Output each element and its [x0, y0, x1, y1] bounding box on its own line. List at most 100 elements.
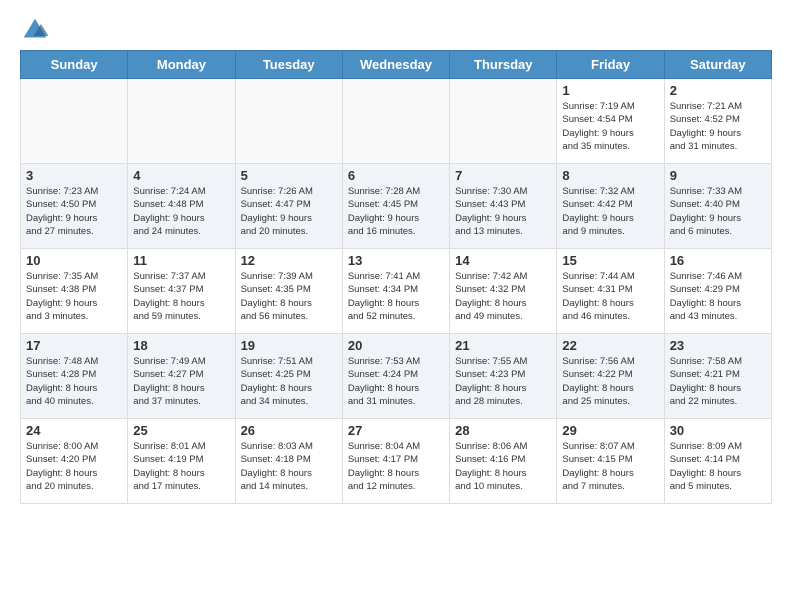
table-row: 30Sunrise: 8:09 AM Sunset: 4:14 PM Dayli… [664, 419, 771, 504]
table-row: 28Sunrise: 8:06 AM Sunset: 4:16 PM Dayli… [450, 419, 557, 504]
header-friday: Friday [557, 51, 664, 79]
table-row: 25 Sunrise: 8:01 AM Sunset: 4:19 PM Dayli… [128, 419, 235, 504]
table-row: 3 Sunrise: 7:23 AM Sunset: 4:50 PM Daylig… [21, 164, 128, 249]
table-row: 12 Sunrise: 7:39 AM Sunset: 4:35 PM Dayli… [235, 249, 342, 334]
day-info: Sunrise: 8:07 AM Sunset: 4:15 PM Dayligh… [562, 440, 658, 493]
day-info: Sunrise: 8:03 AM Sunset: 4:18 PM Dayligh… [241, 440, 337, 493]
logo-icon [20, 15, 50, 45]
table-row: 22 Sunrise: 7:56 AM Sunset: 4:22 PM Dayli… [557, 334, 664, 419]
table-row: 20 Sunrise: 7:53 AM Sunset: 4:24 PM Dayli… [342, 334, 449, 419]
day-number: 5 [241, 168, 337, 183]
day-number: 27 [348, 423, 444, 438]
day-number: 7 [455, 168, 551, 183]
day-number: 25 [133, 423, 229, 438]
table-row: 6 Sunrise: 7:28 AM Sunset: 4:45 PM Daylig… [342, 164, 449, 249]
day-info: Sunrise: 8:00 AM Sunset: 4:20 PM Dayligh… [26, 440, 122, 493]
day-info: Sunrise: 7:39 AM Sunset: 4:35 PM Dayligh… [241, 270, 337, 323]
table-row: 10 Sunrise: 7:35 AM Sunset: 4:38 PM Dayli… [21, 249, 128, 334]
table-row: 24 Sunrise: 8:00 AM Sunset: 4:20 PM Dayli… [21, 419, 128, 504]
day-info: Sunrise: 7:58 AM Sunset: 4:21 PM Dayligh… [670, 355, 766, 408]
day-info: Sunrise: 8:04 AM Sunset: 4:17 PM Dayligh… [348, 440, 444, 493]
header-tuesday: Tuesday [235, 51, 342, 79]
table-row: 13Sunrise: 7:41 AM Sunset: 4:34 PM Dayli… [342, 249, 449, 334]
day-number: 16 [670, 253, 766, 268]
day-info: Sunrise: 7:26 AM Sunset: 4:47 PM Dayligh… [241, 185, 337, 238]
day-number: 30 [670, 423, 766, 438]
table-row: 8Sunrise: 7:32 AM Sunset: 4:42 PM Daylig… [557, 164, 664, 249]
day-number: 13 [348, 253, 444, 268]
calendar-table: Sunday Monday Tuesday Wednesday Thursday… [20, 50, 772, 504]
day-info: Sunrise: 7:23 AM Sunset: 4:50 PM Dayligh… [26, 185, 122, 238]
day-info: Sunrise: 7:53 AM Sunset: 4:24 PM Dayligh… [348, 355, 444, 408]
day-number: 26 [241, 423, 337, 438]
day-info: Sunrise: 7:51 AM Sunset: 4:25 PM Dayligh… [241, 355, 337, 408]
day-info: Sunrise: 7:56 AM Sunset: 4:22 PM Dayligh… [562, 355, 658, 408]
table-row: 15Sunrise: 7:44 AM Sunset: 4:31 PM Dayli… [557, 249, 664, 334]
calendar-header-row: Sunday Monday Tuesday Wednesday Thursday… [21, 51, 772, 79]
day-number: 4 [133, 168, 229, 183]
table-row: 5 Sunrise: 7:26 AM Sunset: 4:47 PM Daylig… [235, 164, 342, 249]
day-number: 2 [670, 83, 766, 98]
table-row: 21 Sunrise: 7:55 AM Sunset: 4:23 PM Dayli… [450, 334, 557, 419]
table-row: 2Sunrise: 7:21 AM Sunset: 4:52 PM Daylig… [664, 79, 771, 164]
table-row [21, 79, 128, 164]
day-number: 14 [455, 253, 551, 268]
day-info: Sunrise: 7:48 AM Sunset: 4:28 PM Dayligh… [26, 355, 122, 408]
day-number: 23 [670, 338, 766, 353]
day-number: 20 [348, 338, 444, 353]
day-number: 1 [562, 83, 658, 98]
day-info: Sunrise: 7:55 AM Sunset: 4:23 PM Dayligh… [455, 355, 551, 408]
day-info: Sunrise: 7:33 AM Sunset: 4:40 PM Dayligh… [670, 185, 766, 238]
page-container: Sunday Monday Tuesday Wednesday Thursday… [0, 0, 792, 514]
table-row: 29 Sunrise: 8:07 AM Sunset: 4:15 PM Dayli… [557, 419, 664, 504]
calendar-week-row: 10 Sunrise: 7:35 AM Sunset: 4:38 PM Dayli… [21, 249, 772, 334]
calendar-week-row: 17 Sunrise: 7:48 AM Sunset: 4:28 PM Dayli… [21, 334, 772, 419]
day-number: 10 [26, 253, 122, 268]
day-number: 9 [670, 168, 766, 183]
day-number: 29 [562, 423, 658, 438]
calendar-wrapper: Sunday Monday Tuesday Wednesday Thursday… [0, 50, 792, 514]
calendar-week-row: 1Sunrise: 7:19 AM Sunset: 4:54 PM Daylig… [21, 79, 772, 164]
table-row [128, 79, 235, 164]
header-saturday: Saturday [664, 51, 771, 79]
table-row: 4 Sunrise: 7:24 AM Sunset: 4:48 PM Daylig… [128, 164, 235, 249]
day-number: 28 [455, 423, 551, 438]
table-row: 27 Sunrise: 8:04 AM Sunset: 4:17 PM Dayli… [342, 419, 449, 504]
day-number: 11 [133, 253, 229, 268]
page-header [0, 0, 792, 50]
day-info: Sunrise: 7:37 AM Sunset: 4:37 PM Dayligh… [133, 270, 229, 323]
day-number: 6 [348, 168, 444, 183]
table-row: 18 Sunrise: 7:49 AM Sunset: 4:27 PM Dayli… [128, 334, 235, 419]
day-number: 18 [133, 338, 229, 353]
day-info: Sunrise: 7:49 AM Sunset: 4:27 PM Dayligh… [133, 355, 229, 408]
header-thursday: Thursday [450, 51, 557, 79]
calendar-week-row: 24 Sunrise: 8:00 AM Sunset: 4:20 PM Dayli… [21, 419, 772, 504]
day-info: Sunrise: 7:30 AM Sunset: 4:43 PM Dayligh… [455, 185, 551, 238]
table-row: 26 Sunrise: 8:03 AM Sunset: 4:18 PM Dayli… [235, 419, 342, 504]
calendar-week-row: 3 Sunrise: 7:23 AM Sunset: 4:50 PM Daylig… [21, 164, 772, 249]
day-info: Sunrise: 8:01 AM Sunset: 4:19 PM Dayligh… [133, 440, 229, 493]
day-info: Sunrise: 7:32 AM Sunset: 4:42 PM Dayligh… [562, 185, 658, 238]
day-number: 17 [26, 338, 122, 353]
day-number: 12 [241, 253, 337, 268]
day-number: 19 [241, 338, 337, 353]
table-row: 19 Sunrise: 7:51 AM Sunset: 4:25 PM Dayli… [235, 334, 342, 419]
day-number: 15 [562, 253, 658, 268]
table-row [235, 79, 342, 164]
header-sunday: Sunday [21, 51, 128, 79]
header-wednesday: Wednesday [342, 51, 449, 79]
day-number: 21 [455, 338, 551, 353]
day-info: Sunrise: 7:35 AM Sunset: 4:38 PM Dayligh… [26, 270, 122, 323]
table-row: 7 Sunrise: 7:30 AM Sunset: 4:43 PM Daylig… [450, 164, 557, 249]
day-info: Sunrise: 7:28 AM Sunset: 4:45 PM Dayligh… [348, 185, 444, 238]
table-row: 14Sunrise: 7:42 AM Sunset: 4:32 PM Dayli… [450, 249, 557, 334]
day-number: 24 [26, 423, 122, 438]
day-number: 22 [562, 338, 658, 353]
day-info: Sunrise: 7:24 AM Sunset: 4:48 PM Dayligh… [133, 185, 229, 238]
header-monday: Monday [128, 51, 235, 79]
day-number: 3 [26, 168, 122, 183]
logo [20, 15, 52, 45]
table-row [342, 79, 449, 164]
table-row: 1Sunrise: 7:19 AM Sunset: 4:54 PM Daylig… [557, 79, 664, 164]
day-info: Sunrise: 7:46 AM Sunset: 4:29 PM Dayligh… [670, 270, 766, 323]
